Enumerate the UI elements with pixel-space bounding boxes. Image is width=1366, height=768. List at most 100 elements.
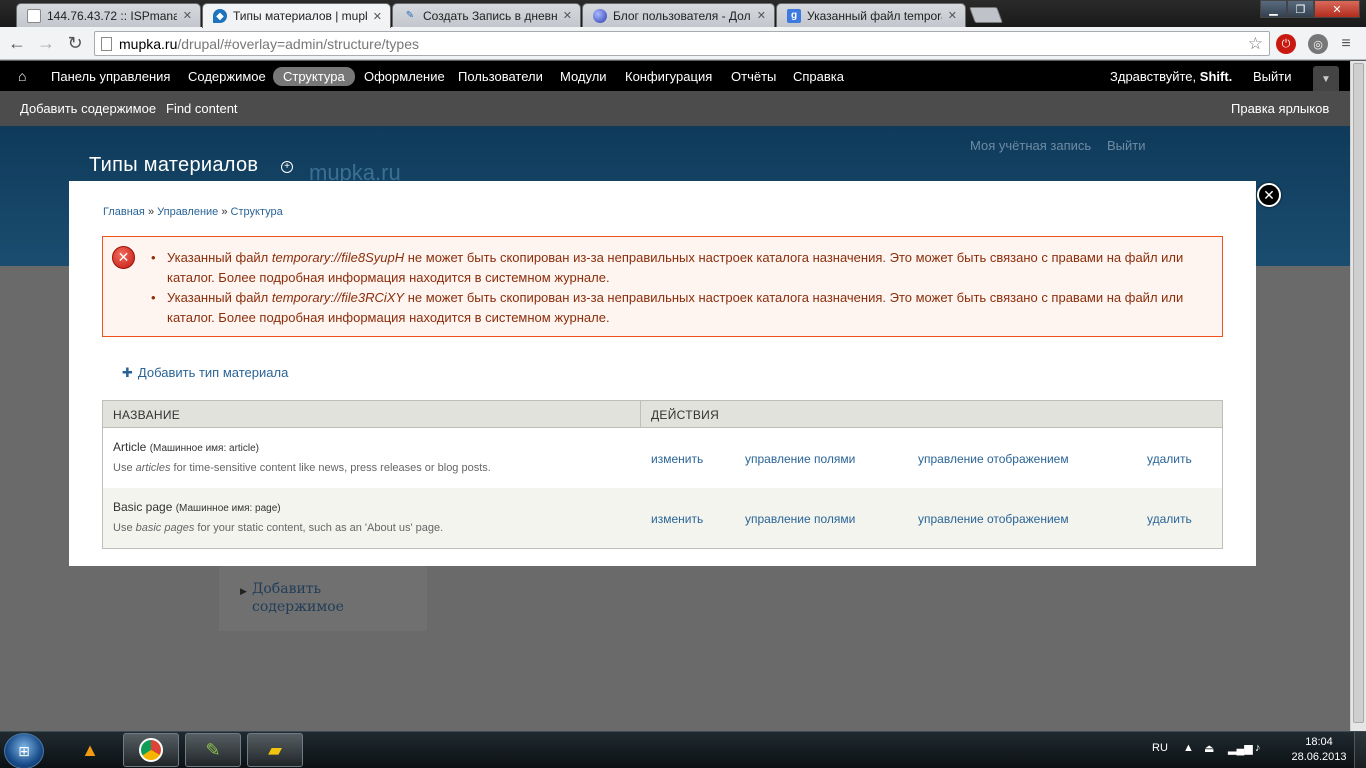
minimize-icon[interactable]: ▁ — [1260, 0, 1287, 18]
username[interactable]: Shift. — [1200, 69, 1233, 84]
delete-link[interactable]: удалить — [1147, 512, 1192, 526]
manage-display-link[interactable]: управление отображением — [918, 452, 1069, 466]
page-scrollbar[interactable] — [1350, 61, 1366, 731]
tab-content-types[interactable]: ◆ Типы материалов | mupka.ru ✕ — [202, 3, 391, 28]
delete-link[interactable]: удалить — [1147, 452, 1192, 466]
logout-link[interactable]: Выйти — [1253, 67, 1292, 86]
menu-appearance[interactable]: Оформление — [364, 67, 445, 86]
plus-icon: ✚ — [122, 365, 133, 380]
browser-toolbar: ← → ↻ mupka.ru/drupal/#overlay=admin/str… — [0, 27, 1366, 60]
new-tab-button[interactable] — [969, 7, 1003, 23]
window-controls: ▁ ❐ ✕ — [1260, 0, 1360, 18]
volume-icon[interactable]: ♪ — [1255, 742, 1261, 754]
table-row: Article (Машинное имя: article) Use arti… — [103, 428, 1222, 488]
close-icon[interactable]: ✕ — [373, 10, 382, 23]
overlay-dialog: Главная » Управление » Структура ✕ Указа… — [69, 181, 1256, 566]
close-icon[interactable]: ✕ — [757, 9, 766, 22]
shortcuts-bar: Добавить содержимое Find content Правка … — [0, 91, 1350, 126]
window-close-icon[interactable]: ✕ — [1314, 0, 1360, 18]
url-path: /drupal/#overlay=admin/structure/types — [177, 35, 419, 52]
column-actions: ДЕЙСТВИЯ — [651, 408, 720, 422]
back-icon[interactable]: ← — [6, 32, 28, 54]
adblock-icon[interactable]: ⏻ — [1276, 34, 1296, 54]
drupal-icon: ◆ — [213, 9, 227, 23]
address-bar[interactable]: mupka.ru/drupal/#overlay=admin/structure… — [94, 31, 1270, 56]
triangle-right-icon: ▶ — [240, 586, 247, 596]
clock-time: 18:04 — [1305, 736, 1333, 748]
reload-icon[interactable]: ↻ — [64, 32, 86, 54]
notepad-plus-icon[interactable]: ✎ — [185, 733, 241, 767]
menu-people[interactable]: Пользователи — [458, 67, 543, 86]
menu-content[interactable]: Содержимое — [188, 67, 266, 86]
chrome-icon[interactable] — [123, 733, 179, 767]
windows-start-icon[interactable]: ⊞ — [4, 733, 44, 768]
menu-structure[interactable]: Структура — [273, 67, 355, 86]
menu-help[interactable]: Справка — [793, 67, 844, 86]
column-name: НАЗВАНИЕ — [113, 408, 181, 422]
language-indicator[interactable]: RU — [1152, 742, 1168, 754]
menu-modules[interactable]: Модули — [560, 67, 607, 86]
close-icon[interactable]: ✕ — [948, 9, 957, 22]
shortcut-find-content[interactable]: Find content — [166, 101, 238, 116]
menu-reports[interactable]: Отчёты — [731, 67, 776, 86]
tab-diary[interactable]: ✎ Создать Запись в дневник ✕ — [392, 3, 581, 27]
tab-blog[interactable]: Блог пользователя - Долг ✕ — [582, 3, 775, 27]
error-message: Указанный файл temporary://file8SyupH не… — [151, 248, 1212, 288]
add-shortcut-icon[interactable]: + — [281, 161, 293, 173]
edit-link[interactable]: изменить — [651, 512, 703, 526]
usb-icon[interactable]: ⏏ — [1204, 742, 1214, 755]
tray-arrow-icon[interactable]: ▲ — [1183, 742, 1194, 754]
browser-tab-strip: 144.76.43.72 :: ISPmanager ✕ ◆ Типы мате… — [0, 0, 1366, 28]
clock-date: 28.06.2013 — [1291, 751, 1347, 763]
page-icon — [27, 8, 41, 23]
tab-ispmanager[interactable]: 144.76.43.72 :: ISPmanager ✕ — [16, 3, 201, 27]
toolbar-toggle-icon[interactable]: ▼ — [1313, 66, 1339, 92]
content-types-table: НАЗВАНИЕ ДЕЙСТВИЯ Article (Машинное имя:… — [102, 400, 1223, 549]
menu-configuration[interactable]: Конфигурация — [625, 67, 712, 86]
extension-icon[interactable]: ◎ — [1308, 34, 1328, 54]
edit-link[interactable]: изменить — [651, 452, 703, 466]
scrollbar-thumb[interactable] — [1353, 63, 1364, 723]
menu-icon[interactable]: ≡ — [1336, 34, 1356, 54]
breadcrumb-admin[interactable]: Управление — [157, 206, 218, 218]
table-row: Basic page (Машинное имя: page) Use basi… — [103, 488, 1222, 548]
signal-icon[interactable]: ▂▄▆ — [1228, 742, 1253, 755]
home-icon[interactable]: ⌂ — [18, 68, 34, 84]
manage-display-link[interactable]: управление отображением — [918, 512, 1069, 526]
breadcrumb-structure[interactable]: Структура — [231, 206, 283, 218]
error-icon: ✕ — [112, 246, 135, 269]
background-sidebar: ▶ Добавить содержимое — [219, 566, 427, 631]
type-name: Article (Машинное имя: article) — [113, 440, 260, 454]
avast-icon[interactable]: ▲ — [62, 733, 118, 767]
system-clock[interactable]: 18:04 28.06.2013 — [1290, 735, 1348, 765]
breadcrumb: Главная » Управление » Структура — [103, 206, 283, 218]
my-account-link[interactable]: Моя учётная запись — [970, 138, 1091, 153]
menu-dashboard[interactable]: Панель управления — [51, 67, 170, 86]
tab-google-search[interactable]: g Указанный файл temporary ✕ — [776, 3, 966, 27]
overlay-close-icon[interactable]: ✕ — [1257, 183, 1281, 207]
page-icon — [101, 37, 112, 51]
explorer-folder-icon[interactable]: ▰ — [247, 733, 303, 767]
type-name: Basic page (Машинное имя: page) — [113, 500, 281, 514]
close-icon[interactable]: ✕ — [563, 9, 572, 22]
bookmark-star-icon[interactable]: ☆ — [1248, 34, 1263, 54]
breadcrumb-home[interactable]: Главная — [103, 206, 145, 218]
close-icon[interactable]: ✕ — [183, 9, 192, 22]
type-description: Use articles for time-sensitive content … — [113, 462, 491, 474]
globe-icon — [593, 8, 607, 23]
edit-shortcuts-link[interactable]: Правка ярлыков — [1231, 101, 1329, 116]
error-list: Указанный файл temporary://file8SyupH не… — [151, 248, 1212, 328]
forward-icon[interactable]: → — [35, 32, 57, 54]
table-header: НАЗВАНИЕ ДЕЙСТВИЯ — [103, 401, 1222, 428]
manage-fields-link[interactable]: управление полями — [745, 512, 855, 526]
header-logout-link[interactable]: Выйти — [1107, 138, 1146, 153]
shortcut-add-content[interactable]: Добавить содержимое — [20, 101, 156, 116]
background-add-content-link[interactable]: Добавить содержимое — [252, 580, 352, 616]
show-desktop-button[interactable] — [1354, 732, 1366, 768]
page-title: Типы материалов — [89, 154, 259, 176]
add-content-type-link[interactable]: ✚ Добавить тип материала — [122, 365, 288, 381]
maximize-icon[interactable]: ❐ — [1287, 0, 1314, 18]
type-description: Use basic pages for your static content,… — [113, 522, 444, 534]
manage-fields-link[interactable]: управление полями — [745, 452, 855, 466]
diary-icon: ✎ — [405, 10, 415, 21]
